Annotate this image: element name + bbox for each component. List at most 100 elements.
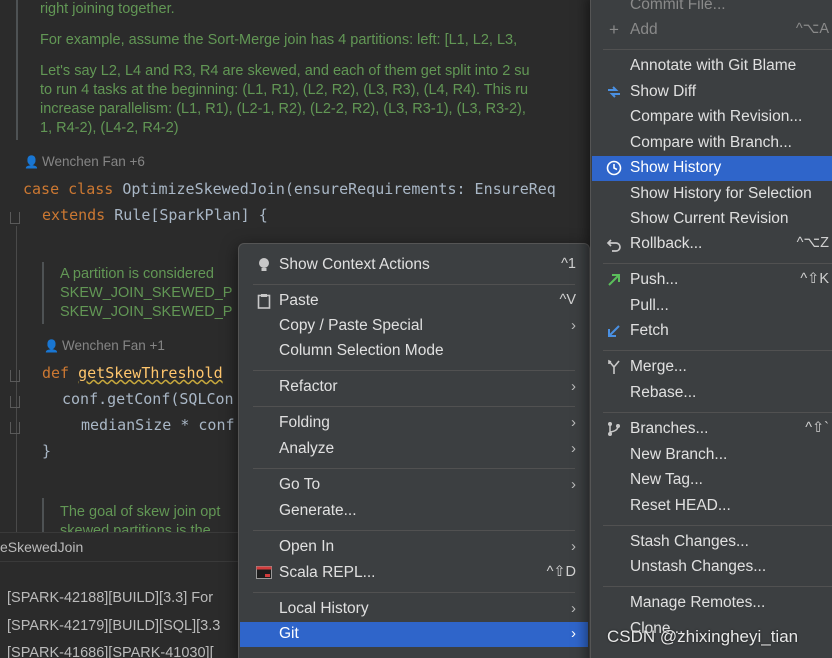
doc-comment-line: SKEW_JOIN_SKEWED_P [60,304,233,320]
menu-item-local-history[interactable]: Local History › [240,597,588,622]
menu-item-label: Unstash Changes... [630,558,767,575]
doc-comment-line: Let's say L2, L4 and R3, R4 are skewed, … [40,63,530,79]
git-item-reset-head[interactable]: Reset HEAD... [592,494,832,519]
keyword-case-class: case class [23,180,114,198]
menu-item-label: Merge... [630,358,687,375]
shortcut-label: ^⇧` [805,420,829,436]
menu-item-label: Stash Changes... [630,533,749,550]
menu-separator [253,370,575,371]
code-line: medianSize * conf [81,416,235,434]
git-item-commit-file[interactable]: Commit File... [592,0,832,18]
menu-item-paste[interactable]: Paste ^V [240,289,588,314]
git-item-merge[interactable]: Merge... [592,355,832,380]
menu-item-git[interactable]: Git › [240,622,588,647]
menu-separator [603,586,832,587]
menu-item-label: Commit File... [630,0,726,13]
chevron-right-icon: › [571,600,576,617]
clipboard-icon [256,293,272,309]
fold-marker-icon[interactable] [10,212,20,224]
doc-comment-bar [42,498,44,532]
closing-brace: } [42,442,52,460]
commit-row[interactable]: [SPARK-42188][BUILD][3.3] For [7,590,213,606]
code-author-hint[interactable]: 👤 Wenchen Fan +6 [24,154,145,169]
menu-item-label: New Branch... [630,446,728,463]
git-item-rebase[interactable]: Rebase... [592,381,832,406]
menu-item-generate[interactable]: Generate... [240,499,588,524]
fold-marker-icon[interactable] [10,396,20,408]
shortcut-label: ^⇧D [546,564,576,580]
rollback-icon [606,236,622,252]
menu-item-refactor[interactable]: Refactor › [240,375,588,400]
menu-item-column-selection-mode[interactable]: Column Selection Mode [240,339,588,364]
doc-comment-bar [42,262,44,324]
git-item-annotate-blame[interactable]: Annotate with Git Blame [592,54,832,79]
git-item-pull[interactable]: Pull... [592,294,832,319]
git-item-compare-branch[interactable]: Compare with Branch... [592,131,832,156]
git-item-show-history-selection[interactable]: Show History for Selection [592,182,832,207]
git-item-stash[interactable]: Stash Changes... [592,530,832,555]
chevron-right-icon: › [571,440,576,457]
menu-item-go-to[interactable]: Go To › [240,473,588,498]
doc-comment-line: SKEW_JOIN_SKEWED_P [60,285,233,301]
menu-item-analyze[interactable]: Analyze › [240,437,588,462]
shortcut-label: ^⌥A [795,21,829,37]
merge-icon [606,359,622,375]
menu-separator [603,525,832,526]
menu-item-label: Refactor [279,378,338,395]
git-item-add[interactable]: + Add ^⌥A [592,18,832,43]
git-item-branches[interactable]: Branches... ^⇧` [592,417,832,442]
code-author-hint[interactable]: 👤 Wenchen Fan +1 [44,338,165,353]
menu-item-label: Go To [279,476,321,493]
menu-item-open-in[interactable]: Open In › [240,535,588,560]
git-item-fetch[interactable]: Fetch [592,319,832,344]
class-name: OptimizeSkewedJoin [122,180,285,198]
menu-item-label: Annotate with Git Blame [630,57,797,74]
chevron-right-icon: › [571,414,576,431]
menu-item-label: Generate... [279,502,357,519]
fold-marker-icon[interactable] [10,370,20,382]
extends-line: extends Rule[SparkPlan] { [42,205,268,225]
lightbulb-icon [256,257,272,273]
menu-separator [603,350,832,351]
menu-separator [603,412,832,413]
editor-context-menu: Show Context Actions ^1 Paste ^V Copy / … [238,243,590,658]
git-item-compare-revision[interactable]: Compare with Revision... [592,105,832,130]
menu-item-label: Rollback... [630,235,703,252]
menu-item-label: Reset HEAD... [630,497,731,514]
menu-item-label: Show History [630,159,722,176]
git-item-new-tag[interactable]: New Tag... [592,468,832,493]
menu-item-label: Show History for Selection [630,185,812,202]
doc-comment-line: The goal of skew join opt [60,504,221,520]
git-item-unstash[interactable]: Unstash Changes... [592,555,832,580]
chevron-right-icon: › [571,378,576,395]
git-item-manage-remotes[interactable]: Manage Remotes... [592,591,832,616]
doc-comment-bar [16,0,18,140]
push-arrow-icon [606,272,622,288]
commit-row[interactable]: [SPARK-41686][SPARK-41030][ [7,645,214,658]
menu-item-scala-repl[interactable]: Scala REPL... ^⇧D [240,561,588,586]
git-item-show-current-revision[interactable]: Show Current Revision [592,207,832,232]
git-item-push[interactable]: Push... ^⇧K [592,268,832,293]
git-item-show-diff[interactable]: Show Diff [592,80,832,105]
menu-item-folding[interactable]: Folding › [240,411,588,436]
commit-row[interactable]: [SPARK-42179][BUILD][SQL][3.3 [7,618,220,634]
menu-item-label: Open In [279,538,335,555]
git-item-show-history[interactable]: Show History [592,156,832,181]
menu-item-label: Add [630,21,658,38]
class-declaration-line: case class OptimizeSkewedJoin(ensureRequ… [23,179,556,199]
menu-item-label: Rebase... [630,384,697,401]
panel-tab-title[interactable]: eSkewedJoin [0,539,83,555]
git-item-new-branch[interactable]: New Branch... [592,443,832,468]
menu-item-show-context-actions[interactable]: Show Context Actions ^1 [240,253,588,278]
menu-separator [253,284,575,285]
watermark-text: CSDN @zhixingheyi_tian [607,627,799,646]
git-item-rollback[interactable]: Rollback... ^⌥Z [592,232,832,257]
scala-repl-icon [256,565,272,581]
function-name[interactable]: getSkewThreshold [78,364,223,382]
fold-marker-icon[interactable] [10,422,20,434]
keyword-def: def [42,364,70,382]
chevron-right-icon: › [571,476,576,493]
menu-item-copy-paste-special[interactable]: Copy / Paste Special › [240,314,588,339]
def-line: def getSkewThreshold [42,363,223,383]
extends-target: Rule[SparkPlan] { [114,206,268,224]
